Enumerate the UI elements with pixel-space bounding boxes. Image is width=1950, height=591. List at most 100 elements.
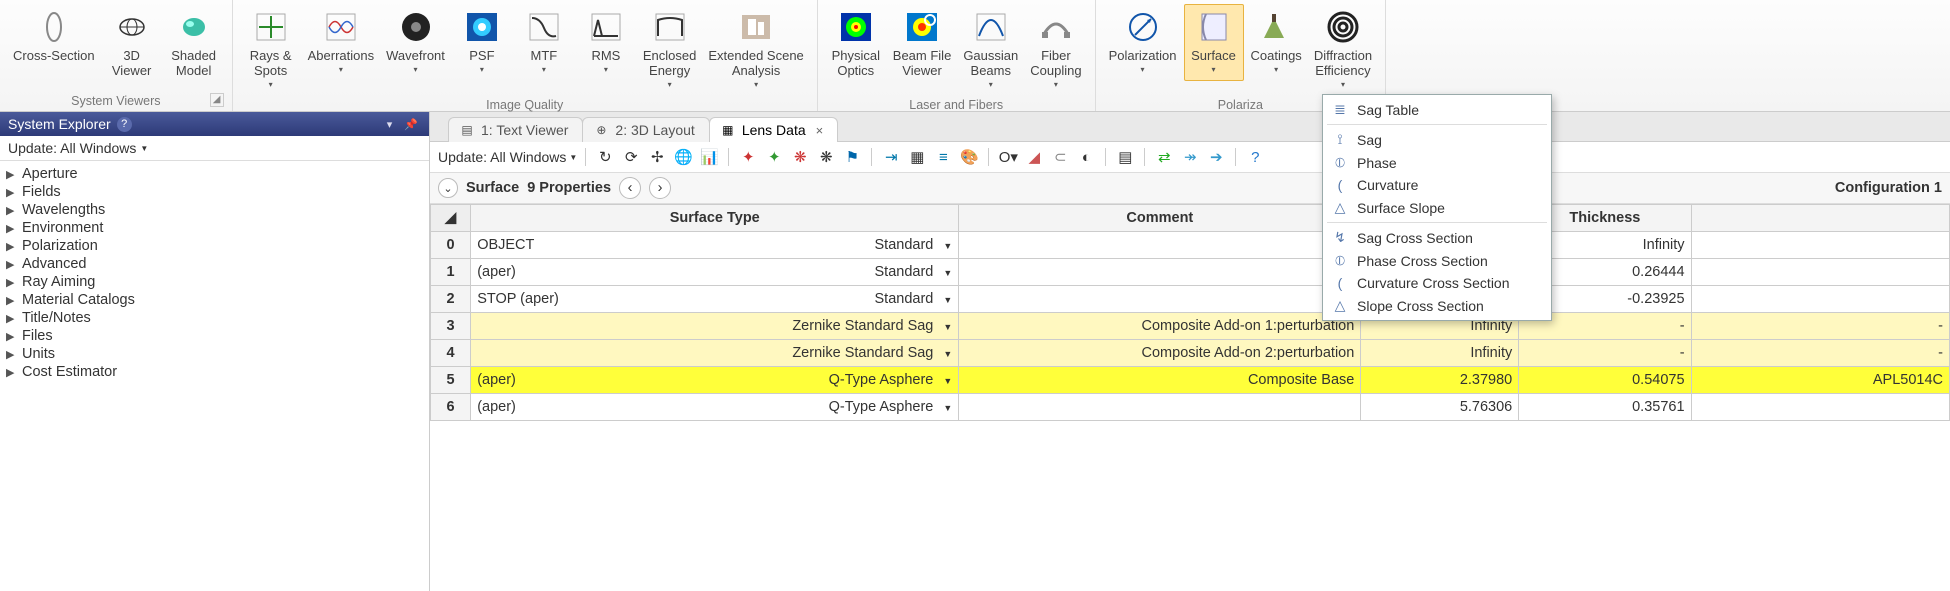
close-icon[interactable]: × bbox=[816, 123, 824, 138]
comment-cell[interactable]: Composite Base bbox=[959, 367, 1361, 394]
tree-item[interactable]: ▶Environment bbox=[4, 219, 425, 237]
ribbon-aberrations-button[interactable]: Aberrations▾ bbox=[303, 4, 379, 81]
table-row[interactable]: 1(aper)Standard ▼Infinity0.26444 bbox=[431, 259, 1950, 286]
table-row[interactable]: 2STOP (aper)Standard ▼Infinity-0.23925 bbox=[431, 286, 1950, 313]
column-header[interactable]: Comment bbox=[959, 205, 1361, 232]
grid-icon[interactable]: ▦ bbox=[906, 146, 928, 168]
ribbon-3d-viewer-button[interactable]: 3DViewer bbox=[102, 4, 162, 82]
menu-item[interactable]: △Surface Slope bbox=[1323, 196, 1551, 219]
help-icon[interactable]: ? bbox=[117, 117, 132, 132]
ribbon-ext-scene-button[interactable]: Extended SceneAnalysis▾ bbox=[703, 4, 808, 96]
ribbon-psf-button[interactable]: PSF▾ bbox=[452, 4, 512, 81]
row-header[interactable]: 1 bbox=[431, 259, 471, 286]
row-header[interactable]: 0 bbox=[431, 232, 471, 259]
row-header[interactable]: 5 bbox=[431, 367, 471, 394]
wand-icon[interactable]: ✦ bbox=[737, 146, 759, 168]
menu-item[interactable]: (Curvature bbox=[1323, 174, 1551, 196]
tree-item[interactable]: ▶Polarization bbox=[4, 237, 425, 255]
menu-item[interactable]: ≣Sag Table bbox=[1323, 98, 1551, 121]
tree-item[interactable]: ▶Advanced bbox=[4, 255, 425, 273]
thickness-cell[interactable]: 0.54075 bbox=[1519, 367, 1691, 394]
document-tab[interactable]: ⊕2: 3D Layout bbox=[582, 117, 709, 142]
circle-dd-icon[interactable]: O▾ bbox=[997, 146, 1019, 168]
sparkle-icon[interactable]: ❋ bbox=[789, 146, 811, 168]
ribbon-coatings-button[interactable]: Coatings▾ bbox=[1246, 4, 1307, 81]
ribbon-mtf-button[interactable]: MTF▾ bbox=[514, 4, 574, 81]
flag-icon[interactable]: ⚑ bbox=[841, 146, 863, 168]
tree-item[interactable]: ▶Fields bbox=[4, 183, 425, 201]
ribbon-fiber-button[interactable]: FiberCoupling▾ bbox=[1025, 4, 1086, 96]
refresh-icon[interactable]: ⟳ bbox=[620, 146, 642, 168]
surface-type-cell[interactable]: Zernike Standard Sag ▼ bbox=[471, 313, 959, 340]
toolbar-update-dropdown[interactable]: Update: All Windows ▼ bbox=[438, 149, 577, 165]
ribbon-rms-button[interactable]: RMS▾ bbox=[576, 4, 636, 81]
surface-type-cell[interactable]: (aper)Standard ▼ bbox=[471, 259, 959, 286]
surface-type-cell[interactable]: (aper)Q-Type Asphere ▼ bbox=[471, 394, 959, 421]
thickness-cell[interactable]: 0.35761 bbox=[1519, 394, 1691, 421]
menu-item[interactable]: ⦶Phase bbox=[1323, 151, 1551, 174]
ribbon-shaded-model-button[interactable]: ShadedModel bbox=[164, 4, 224, 82]
ribbon-rays-spots-button[interactable]: Rays &Spots▾ bbox=[241, 4, 301, 96]
tree-item[interactable]: ▶Cost Estimator bbox=[4, 363, 425, 381]
extra-cell[interactable] bbox=[1691, 394, 1949, 421]
ribbon-cross-section-button[interactable]: Cross-Section bbox=[8, 4, 100, 67]
wand2-icon[interactable]: ✦ bbox=[763, 146, 785, 168]
swap-icon[interactable]: ⇄ bbox=[1153, 146, 1175, 168]
ribbon-wavefront-button[interactable]: Wavefront▾ bbox=[381, 4, 450, 81]
comment-cell[interactable] bbox=[959, 259, 1361, 286]
row-header[interactable]: 2 bbox=[431, 286, 471, 313]
reload-icon[interactable]: ↻ bbox=[594, 146, 616, 168]
column-header[interactable]: Surface Type bbox=[471, 205, 959, 232]
comment-cell[interactable]: Composite Add-on 1:perturbation bbox=[959, 313, 1361, 340]
document-tab[interactable]: ▤1: Text Viewer bbox=[448, 117, 583, 142]
extra-cell[interactable]: APL5014C bbox=[1691, 367, 1949, 394]
table-corner[interactable]: ◢ bbox=[431, 205, 471, 232]
tree-item[interactable]: ▶Title/Notes bbox=[4, 309, 425, 327]
comment-cell[interactable]: Composite Add-on 2:perturbation bbox=[959, 340, 1361, 367]
tree-item[interactable]: ▶Units bbox=[4, 345, 425, 363]
doc-icon[interactable]: ▤ bbox=[1114, 146, 1136, 168]
panel-menu-icon[interactable]: ▾ bbox=[384, 118, 396, 131]
extra-cell[interactable] bbox=[1691, 232, 1949, 259]
menu-item[interactable]: (Curvature Cross Section bbox=[1323, 272, 1551, 294]
explorer-update-dropdown[interactable]: Update: All Windows ▼ bbox=[0, 136, 429, 161]
table-row[interactable]: 4Zernike Standard Sag ▼Composite Add-on … bbox=[431, 340, 1950, 367]
sparkle2-icon[interactable]: ❋ bbox=[815, 146, 837, 168]
expand-toggle[interactable]: ⌄ bbox=[438, 178, 458, 198]
next-button[interactable]: › bbox=[649, 177, 671, 199]
surface-dropdown-menu[interactable]: ≣Sag Table⟟Sag⦶Phase(Curvature△Surface S… bbox=[1322, 94, 1552, 321]
ruler-icon[interactable]: ≡ bbox=[932, 146, 954, 168]
row-header[interactable]: 4 bbox=[431, 340, 471, 367]
tree-item[interactable]: ▶Material Catalogs bbox=[4, 291, 425, 309]
surface-type-cell[interactable]: (aper)Q-Type Asphere ▼ bbox=[471, 367, 959, 394]
ribbon-beam-file-button[interactable]: Beam FileViewer bbox=[888, 4, 957, 82]
menu-item[interactable]: △Slope Cross Section bbox=[1323, 294, 1551, 317]
eraser-icon[interactable]: ◢ bbox=[1023, 146, 1045, 168]
chart-icon[interactable]: 📊 bbox=[698, 146, 720, 168]
globe-icon[interactable]: 🌐 bbox=[672, 146, 694, 168]
comment-cell[interactable] bbox=[959, 394, 1361, 421]
ribbon-phys-optics-button[interactable]: PhysicalOptics bbox=[826, 4, 886, 82]
dialog-launcher-icon[interactable]: ◢ bbox=[210, 93, 224, 107]
surface-type-cell[interactable]: OBJECTStandard ▼ bbox=[471, 232, 959, 259]
ribbon-enclosed-button[interactable]: EnclosedEnergy▾ bbox=[638, 4, 701, 96]
table-row[interactable]: 0OBJECTStandard ▼InfinityInfinity bbox=[431, 232, 1950, 259]
lens-data-grid[interactable]: ◢Surface TypeCommentRadiusThickness0OBJE… bbox=[430, 204, 1950, 591]
document-tab[interactable]: ▦Lens Data× bbox=[709, 117, 838, 142]
link-icon[interactable]: ⊂ bbox=[1049, 146, 1071, 168]
extra-cell[interactable]: - bbox=[1691, 340, 1949, 367]
comment-cell[interactable] bbox=[959, 232, 1361, 259]
toggle-icon[interactable]: ◐ bbox=[1075, 146, 1097, 168]
surface-type-cell[interactable]: STOP (aper)Standard ▼ bbox=[471, 286, 959, 313]
tree-item[interactable]: ▶Aperture bbox=[4, 165, 425, 183]
panel-pin-icon[interactable]: 📌 bbox=[401, 118, 421, 131]
tree-item[interactable]: ▶Files bbox=[4, 327, 425, 345]
system-explorer-titlebar[interactable]: System Explorer ? ▾ 📌 bbox=[0, 112, 429, 136]
row-header[interactable]: 3 bbox=[431, 313, 471, 340]
help-icon[interactable]: ? bbox=[1244, 146, 1266, 168]
row-header[interactable]: 6 bbox=[431, 394, 471, 421]
target-icon[interactable]: ✢ bbox=[646, 146, 668, 168]
ribbon-surface-button[interactable]: Surface▾ bbox=[1184, 4, 1244, 81]
radius-cell[interactable]: Infinity bbox=[1361, 340, 1519, 367]
table-row[interactable]: 5(aper)Q-Type Asphere ▼Composite Base2.3… bbox=[431, 367, 1950, 394]
